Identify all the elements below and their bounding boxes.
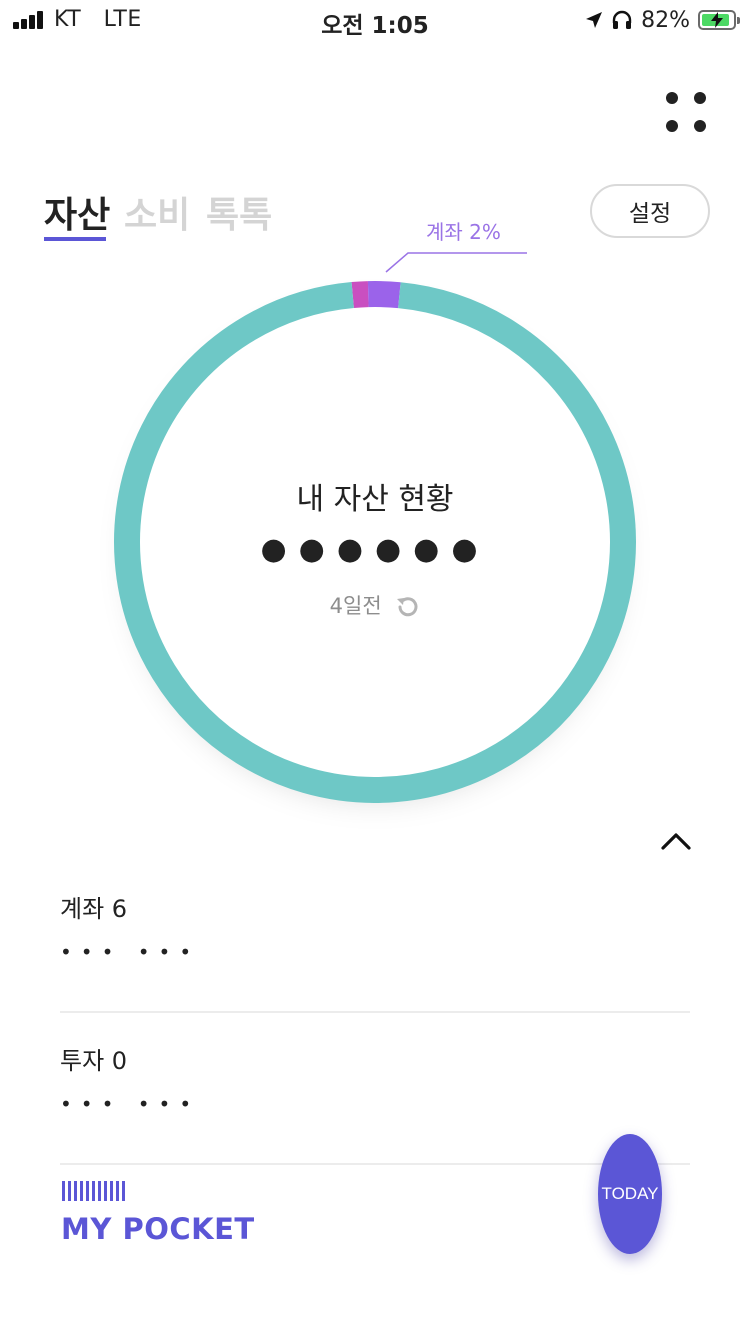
- section-title: 투자 0: [60, 1047, 128, 1075]
- masked-total: ●●●●●●: [260, 532, 490, 567]
- donut-segment-pink: [351, 281, 369, 308]
- callout-line: [385, 252, 527, 273]
- updated-info: 4일전: [0, 590, 750, 620]
- my-pocket-title[interactable]: MY POCKET: [61, 1212, 255, 1246]
- today-button[interactable]: TODAY: [598, 1134, 662, 1254]
- donut-svg: [114, 252, 636, 803]
- divider: [60, 1011, 690, 1013]
- donut-segment-purple: [367, 281, 401, 309]
- section-title: 계좌 6: [60, 895, 128, 923]
- investment-section[interactable]: 투자 0 ••• •••: [60, 1041, 690, 1116]
- section-masked-value: ••• •••: [60, 1092, 201, 1116]
- account-section[interactable]: 계좌 6 ••• •••: [60, 889, 690, 964]
- divider: [60, 1163, 690, 1165]
- refresh-icon[interactable]: [394, 594, 420, 620]
- barcode-icon: [62, 1181, 125, 1201]
- updated-text: 4일전: [329, 594, 382, 618]
- asset-donut-chart: 계좌 2% 내 자산 현황 ●●●●●● 4일전: [0, 0, 750, 830]
- collapse-chevron-icon[interactable]: [660, 830, 692, 854]
- section-masked-value: ••• •••: [60, 940, 201, 964]
- callout-label: 계좌 2%: [426, 220, 501, 244]
- center-title: 내 자산 현황: [296, 482, 454, 517]
